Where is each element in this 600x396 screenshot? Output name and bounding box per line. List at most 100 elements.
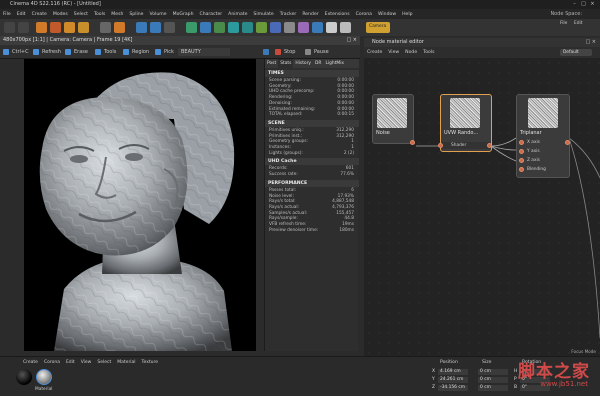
stats-row-label: Samples/s actual: [269, 210, 308, 216]
pick-icon [155, 49, 161, 55]
mat-menu-select[interactable]: Select [94, 359, 114, 367]
region-icon [123, 49, 129, 55]
mat-menu-view[interactable]: View [78, 359, 95, 367]
stats-section-header: TIMES [265, 70, 359, 77]
undo-icon[interactable] [4, 22, 15, 33]
triplanar-input-z[interactable] [519, 158, 524, 163]
coord-axis-label: X [432, 369, 436, 374]
mat-menu-texture[interactable]: Texture [139, 359, 161, 367]
triplanar-output-port[interactable] [565, 140, 570, 145]
close-button[interactable]: × [588, 0, 597, 9]
stats-tabs: Post Stats History DR LightMix [265, 59, 359, 68]
tools-button[interactable]: Tools [94, 48, 118, 56]
copy-label: Ctrl+C [12, 49, 29, 55]
tab-post[interactable]: Post [265, 59, 278, 68]
pause-button[interactable]: Pause [304, 48, 331, 56]
material-swatch-1[interactable] [16, 369, 32, 385]
ne-menu-node[interactable]: Node [402, 47, 420, 58]
ne-menu-tools[interactable]: Tools [420, 47, 437, 58]
stats-row-value: 0:00:15 [337, 112, 354, 118]
ne-menu-create[interactable]: Create [364, 47, 385, 58]
uvw-output-port[interactable] [487, 143, 492, 148]
corona-icon[interactable] [312, 22, 323, 33]
noise-output-port[interactable] [410, 140, 415, 145]
proxy-icon[interactable] [326, 22, 337, 33]
erase-button[interactable]: Erase [64, 48, 90, 56]
scale-tool-icon[interactable] [64, 22, 75, 33]
material-icon[interactable] [298, 22, 309, 33]
mat-menu-corona[interactable]: Corona [41, 359, 63, 367]
coord-position-value: 4.169 cm [440, 369, 461, 374]
tab-history[interactable]: History [293, 59, 313, 68]
stats-row-label: Primitives uniq.: [269, 127, 304, 133]
rotate-tool-icon[interactable] [78, 22, 89, 33]
tab-stats[interactable]: Stats [278, 59, 294, 68]
refresh-button[interactable]: Refresh [32, 48, 63, 56]
render-view-icon[interactable] [136, 22, 147, 33]
stop-button[interactable]: Stop [274, 48, 297, 56]
node-editor-close-icon[interactable]: □ × [585, 38, 596, 47]
stop-label: Stop [284, 49, 296, 55]
triplanar-node-name: Triplanar [520, 130, 542, 136]
uvw-randomizer-node[interactable]: UVW Rando... Shader [438, 94, 492, 152]
triplanar-input-x[interactable] [519, 140, 524, 145]
noise-node[interactable]: Noise [372, 94, 415, 145]
render-viewer-title-bar: 480x700px [1:1] | Camera: Camera | Frame… [0, 36, 360, 45]
light-icon[interactable] [284, 22, 295, 33]
redo-icon[interactable] [18, 22, 29, 33]
move-tool-icon[interactable] [50, 22, 61, 33]
coordinate-icon[interactable] [114, 22, 125, 33]
tab-lightmix[interactable]: LightMix [323, 59, 346, 68]
material-swatch-2[interactable] [36, 369, 52, 385]
minimize-button[interactable]: – [570, 0, 579, 9]
axis-icon[interactable] [100, 22, 111, 33]
generator-icon[interactable] [214, 22, 225, 33]
node-space-label: Node Space: [550, 11, 582, 17]
camera-button[interactable]: Camera [366, 22, 390, 33]
render-button[interactable] [262, 48, 274, 56]
copy-button[interactable]: Ctrl+C [2, 48, 31, 56]
triplanar-input-y[interactable] [519, 149, 524, 154]
ne-menu-view[interactable]: View [385, 47, 402, 58]
field-icon[interactable] [242, 22, 253, 33]
cube-icon[interactable] [186, 22, 197, 33]
maximize-button[interactable]: □ [579, 0, 588, 9]
focus-mode-label[interactable]: Focus Mode [571, 349, 596, 354]
node-canvas[interactable]: Noise UVW Rando... Shader Triplanar X ax… [364, 58, 600, 356]
node-editor-menu: Create View Node Tools Default [364, 47, 600, 58]
mat-menu-edit[interactable]: Edit [63, 359, 78, 367]
pick-button[interactable]: Pick [154, 48, 176, 56]
tools-icon [95, 49, 101, 55]
stats-row-label: Primitives inst.: [269, 133, 303, 139]
site-watermark: 脚本之家 www.jb51.net [486, 355, 596, 395]
right-menu-edit[interactable]: Edit [574, 21, 583, 26]
triplanar-node[interactable]: Triplanar X axis Y axis Z axis Blending [516, 94, 570, 178]
scene-icon[interactable] [256, 22, 267, 33]
pick-label: Pick [164, 49, 174, 55]
region-button[interactable]: Region [122, 48, 151, 56]
coord-axis-label: Y [432, 377, 435, 382]
spline-icon[interactable] [200, 22, 211, 33]
stats-row-label: Rendering: [269, 95, 293, 101]
stats-row-value: 77.6% [340, 172, 354, 178]
stats-section-header: PERFORMANCE [265, 179, 359, 187]
stats-row-value: 180ms [339, 227, 354, 233]
material-menu: Create Corona Edit View Select Material Textur… [20, 358, 161, 366]
mat-menu-create[interactable]: Create [20, 359, 41, 367]
mat-menu-material[interactable]: Material [114, 359, 138, 367]
deformer-icon[interactable] [228, 22, 239, 33]
render-picture-icon[interactable] [150, 22, 161, 33]
triplanar-input-blending[interactable] [519, 167, 524, 172]
pass-dropdown[interactable]: BEAUTY [178, 48, 230, 56]
render-viewer-close-icon[interactable]: □ × [346, 36, 357, 45]
render-settings-icon[interactable] [164, 22, 175, 33]
select-tool-icon[interactable] [36, 22, 47, 33]
scatter-icon[interactable] [340, 22, 351, 33]
right-menu-file[interactable]: File [560, 21, 567, 26]
tab-dr[interactable]: DR [313, 59, 323, 68]
render-viewer-left-margin [0, 59, 24, 351]
camera-object-icon[interactable] [270, 22, 281, 33]
camera-button-label: Camera [369, 24, 387, 29]
layout-dropdown[interactable]: Default [560, 49, 592, 56]
uvw-input-port[interactable] [438, 143, 443, 148]
